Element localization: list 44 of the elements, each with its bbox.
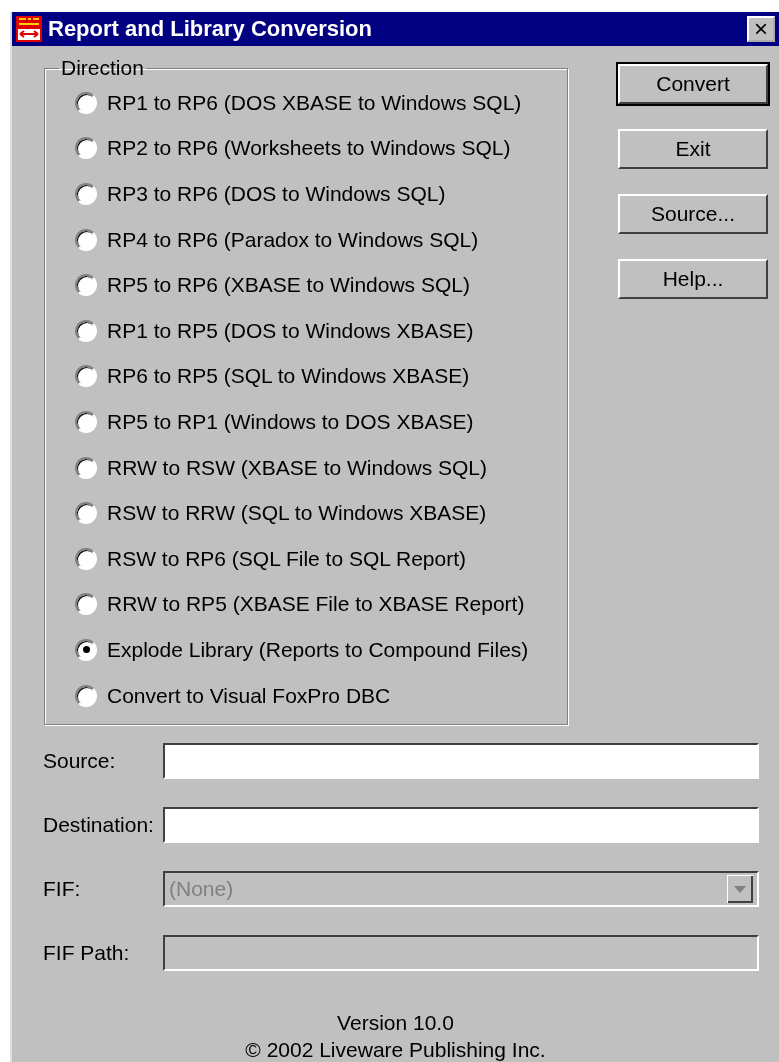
radio-button[interactable] — [75, 319, 97, 342]
group-label: Direction — [60, 56, 145, 80]
radio-button[interactable] — [75, 456, 97, 479]
field-label: FIF: — [43, 877, 82, 902]
radio-option[interactable]: RP2 to RP6 (Worksheets to Windows SQL) — [75, 125, 567, 172]
radio-button[interactable] — [75, 183, 97, 205]
radio-button[interactable] — [75, 684, 97, 707]
field-label: Destination: — [43, 813, 155, 838]
dialog-button[interactable]: Source... — [618, 194, 768, 234]
close-button[interactable]: × — [747, 16, 775, 42]
radio-button[interactable] — [75, 638, 97, 661]
copyright-text: © 2002 Liveware Publishing Inc. — [245, 1037, 546, 1062]
radio-option[interactable]: RRW to RSW (XBASE to Windows SQL) — [75, 444, 567, 491]
radio-option[interactable]: RP4 to RP6 (Paradox to Windows SQL) — [75, 216, 567, 263]
input-field[interactable] — [163, 807, 759, 844]
dialog-button[interactable]: Exit — [618, 129, 768, 169]
radio-button[interactable] — [75, 365, 97, 388]
radio-button[interactable] — [75, 137, 97, 160]
radio-button[interactable] — [75, 274, 97, 297]
app-logo-icon — [16, 16, 42, 42]
radio-button[interactable] — [75, 593, 97, 616]
radio-option[interactable]: RSW to RP6 (SQL File to SQL Report) — [75, 535, 567, 582]
radio-button[interactable] — [75, 410, 97, 433]
dialog-button[interactable]: Convert — [618, 64, 768, 104]
dialog-button[interactable]: Help... — [618, 259, 768, 299]
field-label: FIF Path: — [43, 941, 131, 966]
radio-option[interactable]: RP3 to RP6 (DOS to Windows SQL) — [75, 171, 567, 217]
window-title: Report and Library Conversion — [48, 16, 373, 42]
radio-option[interactable]: RP5 to RP6 (XBASE to Windows SQL) — [75, 262, 567, 308]
radio-option[interactable]: RP1 to RP6 (DOS XBASE to Windows SQL) — [75, 80, 567, 126]
radio-option[interactable]: RP5 to RP1 (Windows to DOS XBASE) — [75, 399, 567, 445]
radio-option[interactable]: RP1 to RP5 (DOS to Windows XBASE) — [75, 307, 567, 354]
radio-option[interactable]: RRW to RP5 (XBASE File to XBASE Report) — [75, 581, 567, 628]
radio-option[interactable]: RP6 to RP5 (SQL to Windows XBASE) — [75, 353, 567, 400]
radio-option[interactable]: RSW to RRW (SQL to Windows XBASE) — [75, 490, 567, 536]
input-field[interactable] — [163, 743, 759, 780]
radio-option[interactable]: Explode Library (Reports to Compound Files) — [75, 627, 567, 673]
version-text: Version 10.0 — [337, 1010, 454, 1037]
radio-option[interactable]: Convert to Visual FoxPro DBC — [75, 672, 567, 719]
radio-button[interactable] — [75, 228, 97, 251]
field-label: Source: — [43, 749, 117, 774]
radio-button[interactable] — [75, 502, 97, 525]
radio-button[interactable] — [75, 91, 97, 114]
radio-button[interactable] — [75, 547, 97, 570]
